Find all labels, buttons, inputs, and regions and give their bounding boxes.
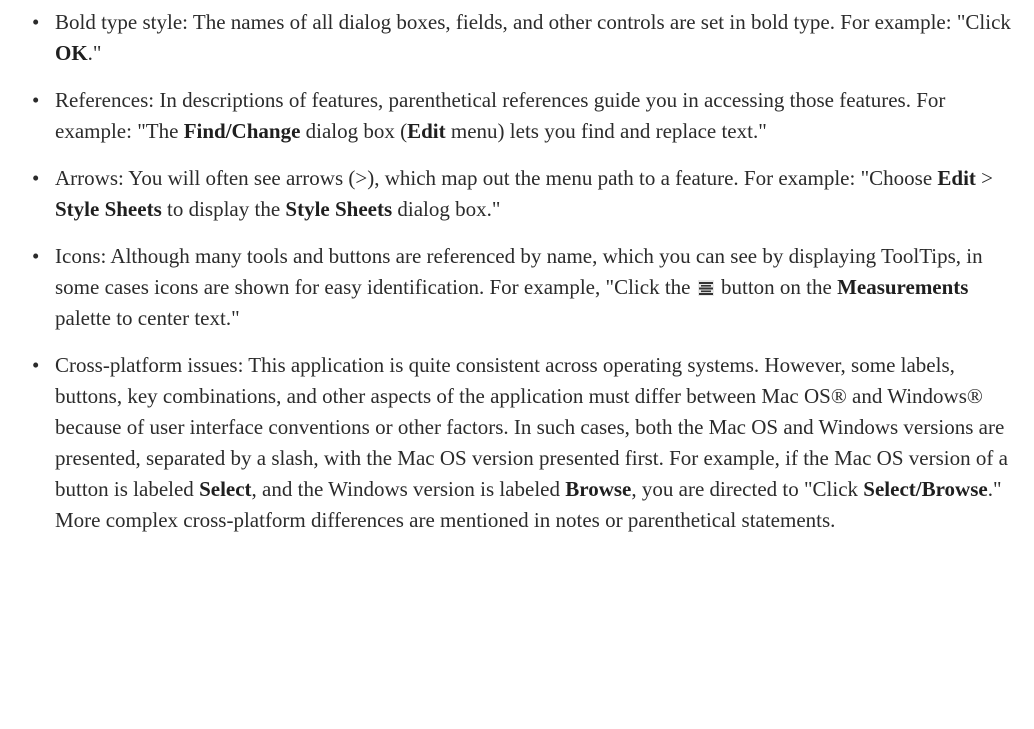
bullet bbox=[32, 241, 48, 272]
bullet bbox=[32, 85, 48, 116]
document-body: Bold type style: The names of all dialog… bbox=[32, 7, 1022, 552]
list-item: Icons: Although many tools and buttons a… bbox=[32, 241, 1022, 334]
paragraph-arrows: Arrows: You will often see arrows (>), w… bbox=[55, 166, 993, 221]
paragraph-bold-type-style: Bold type style: The names of all dialog… bbox=[55, 10, 1011, 65]
center-align-icon bbox=[697, 280, 714, 296]
bullet bbox=[32, 7, 48, 38]
paragraph-references: References: In descriptions of features,… bbox=[55, 88, 946, 143]
list-item: References: In descriptions of features,… bbox=[32, 85, 1022, 147]
list-item: Bold type style: The names of all dialog… bbox=[32, 7, 1022, 69]
bullet bbox=[32, 350, 48, 381]
paragraph-cross-platform: Cross-platform issues: This application … bbox=[55, 353, 1008, 532]
paragraph-icons: Icons: Although many tools and buttons a… bbox=[55, 244, 983, 330]
list-item: Arrows: You will often see arrows (>), w… bbox=[32, 163, 1022, 225]
list-item: Cross-platform issues: This application … bbox=[32, 350, 1022, 536]
bullet bbox=[32, 163, 48, 194]
